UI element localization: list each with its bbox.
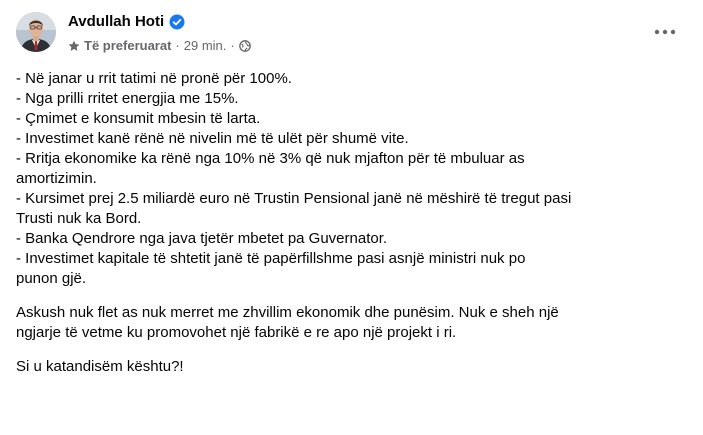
text-line: - Nga prilli rritet energjia me 15%. (16, 90, 239, 107)
verified-badge-icon (169, 14, 185, 30)
text-line: amortizimin. (16, 170, 97, 187)
paragraph: Si u katandisëm kështu?! (16, 357, 696, 377)
text-line: Si u katandisëm kështu?! (16, 358, 184, 375)
text-line: - Çmimet e konsumit mbesin të larta. (16, 110, 261, 127)
bullet-list: - Në janar u rrit tatimi në pronë për 10… (16, 69, 696, 289)
star-icon (68, 40, 80, 52)
meta-separator: · (175, 38, 180, 53)
text-line: - Në janar u rrit tatimi në pronë për 10… (16, 70, 292, 87)
author-line: Avdullah Hoti (68, 13, 185, 30)
more-horizontal-icon (654, 29, 676, 35)
globe-icon[interactable] (238, 39, 251, 52)
post-meta: Të preferuarat · 29 min. · (68, 38, 251, 53)
audience-label[interactable]: Të preferuarat (84, 38, 171, 53)
text-line: punon gjë. (16, 270, 87, 287)
paragraph: Askush nuk flet as nuk merret me zhvilli… (16, 303, 696, 343)
meta-separator: · (230, 38, 235, 53)
avatar[interactable] (16, 12, 56, 52)
text-line: - Kursimet prej 2.5 miliardë euro në Tru… (16, 190, 572, 207)
text-line: - Investimet kanë rënë në nivelin më të … (16, 130, 409, 147)
post-header: Avdullah Hoti Të preferuarat · 29 min. · (0, 0, 703, 64)
text-line: Trusti nuk ka Bord. (16, 210, 142, 227)
text-line: Askush nuk flet as nuk merret me zhvilli… (16, 304, 559, 321)
text-line: ngjarje të vetme ku promovohet një fabri… (16, 324, 457, 341)
text-line: - Banka Qendrore nga java tjetër mbetet … (16, 230, 388, 247)
post-time[interactable]: 29 min. (184, 38, 227, 53)
avatar-image (16, 12, 56, 52)
text-line: - Rritja ekonomike ka rënë nga 10% në 3%… (16, 150, 525, 167)
author-name[interactable]: Avdullah Hoti (68, 13, 164, 30)
post-text: - Në janar u rrit tatimi në pronë për 10… (16, 69, 696, 377)
more-options-button[interactable] (647, 20, 683, 44)
text-line: - Investimet kapitale të shtetit janë të… (16, 250, 526, 267)
